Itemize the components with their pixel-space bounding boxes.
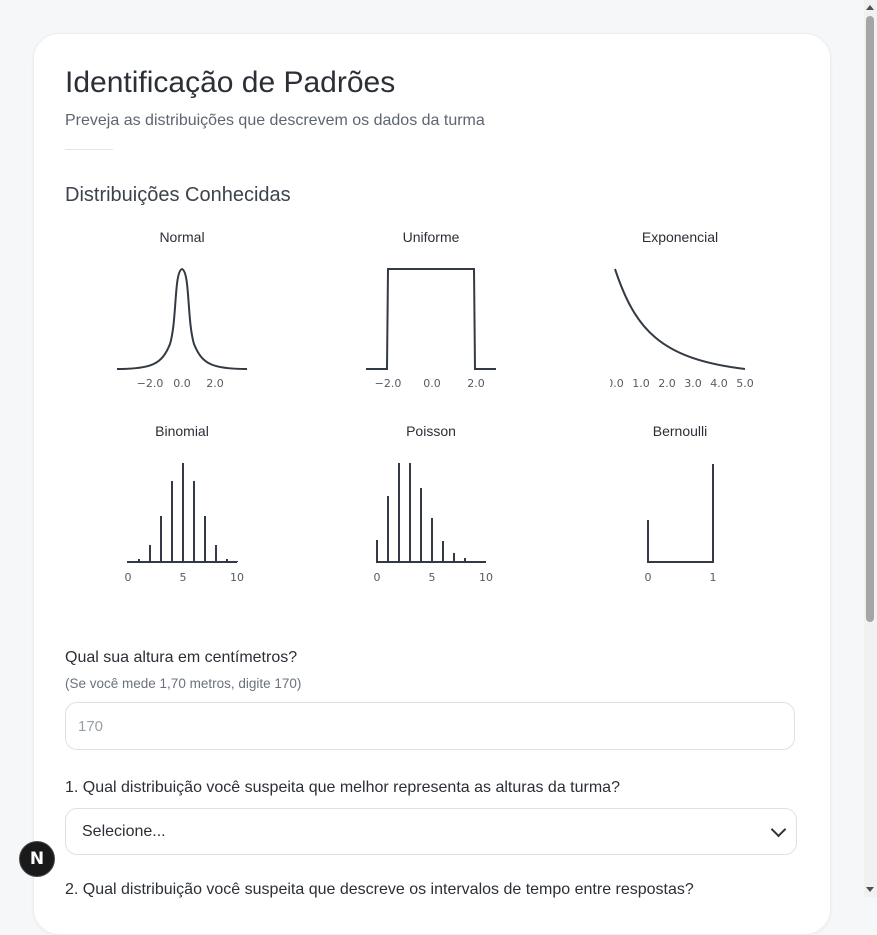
- dist-label-uniform: Uniforme: [402, 229, 460, 245]
- height-question: Qual sua altura em centímetros?: [65, 649, 298, 666]
- scrollbar-thumb[interactable]: [866, 16, 874, 622]
- dist-label-bernoulli: Bernoulli: [652, 423, 708, 439]
- uniform-curve: [366, 268, 496, 370]
- dist-label-binomial: Binomial: [155, 423, 209, 439]
- bernoulli-tick: 0: [645, 571, 652, 584]
- select-value: Selecione...: [82, 822, 166, 840]
- bernoulli-plot: 0 1: [645, 464, 717, 584]
- normal-tick: −2.0: [137, 377, 164, 389]
- exponential-tick: 1.0: [632, 377, 650, 389]
- normal-plot: −2.0 0.0 2.0: [116, 267, 248, 389]
- dev-tools-badge[interactable]: N: [19, 841, 55, 877]
- title-divider: [65, 149, 113, 150]
- exponential-curve: [614, 268, 746, 370]
- distribution-select-1[interactable]: Selecione...: [65, 808, 797, 855]
- binomial-tick: 10: [230, 571, 244, 584]
- poisson-tick: 10: [479, 571, 493, 584]
- uniform-tick: −2.0: [375, 377, 402, 389]
- main-card: Identificação de Padrões Preveja as dist…: [33, 33, 831, 935]
- uniform-tick: 0.0: [423, 377, 441, 389]
- exponential-tick: 2.0: [658, 377, 676, 389]
- exponential-plot: 0.0 1.0 2.0 3.0 4.0 5.0: [610, 268, 754, 389]
- normal-curve: [116, 267, 248, 370]
- normal-tick: 0.0: [173, 377, 191, 389]
- scrollbar[interactable]: [864, 0, 877, 897]
- chevron-down-icon: [770, 821, 787, 837]
- binomial-tick: 0: [125, 571, 132, 584]
- question-2: 2. Qual distribuição você suspeita que d…: [65, 881, 694, 898]
- exponential-tick: 4.0: [710, 377, 728, 389]
- question-1: 1. Qual distribuição você suspeita que m…: [65, 779, 620, 796]
- poisson-tick: 0: [374, 571, 381, 584]
- dist-label-normal: Normal: [159, 229, 205, 245]
- poisson-plot: 0 5 10: [374, 463, 493, 584]
- poisson-tick: 5: [429, 571, 436, 584]
- height-hint: (Se você mede 1,70 metros, digite 170): [65, 676, 302, 691]
- dist-label-poisson: Poisson: [406, 423, 456, 439]
- exponential-tick: 3.0: [684, 377, 702, 389]
- exponential-tick: 0.0: [610, 377, 624, 389]
- page-subtitle: Preveja as distribuições que descrevem o…: [65, 112, 485, 129]
- uniform-tick: 2.0: [467, 377, 485, 389]
- binomial-tick: 5: [180, 571, 187, 584]
- bernoulli-curve: [647, 464, 714, 563]
- height-input[interactable]: [65, 702, 795, 750]
- exponential-tick: 5.0: [736, 377, 754, 389]
- section-heading: Distribuições Conhecidas: [65, 184, 291, 206]
- binomial-plot: 0 5 10: [125, 463, 244, 584]
- dist-label-exponential: Exponencial: [641, 229, 719, 245]
- scroll-up-arrow-icon[interactable]: [866, 5, 874, 10]
- normal-tick: 2.0: [206, 377, 224, 389]
- scroll-down-arrow-icon[interactable]: [866, 887, 874, 892]
- bernoulli-tick: 1: [710, 571, 717, 584]
- page-title: Identificação de Padrões: [65, 66, 396, 99]
- uniform-plot: −2.0 0.0 2.0: [366, 268, 496, 389]
